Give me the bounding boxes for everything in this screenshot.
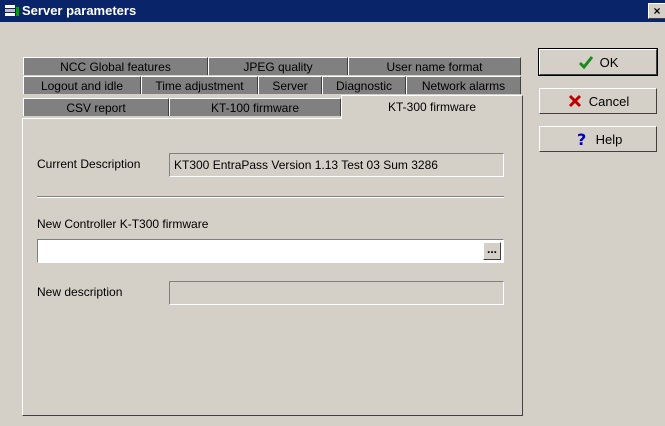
tab-logout-and-idle[interactable]: Logout and idle bbox=[23, 76, 141, 94]
check-icon bbox=[578, 56, 593, 70]
tab-kt300-firmware[interactable]: KT-300 firmware bbox=[341, 95, 523, 119]
title-bar: Server parameters × bbox=[0, 0, 665, 22]
tab-network-alarms[interactable]: Network alarms bbox=[406, 76, 521, 94]
tab-csv-report[interactable]: CSV report bbox=[23, 98, 169, 116]
tab-server[interactable]: Server bbox=[258, 76, 322, 94]
tab-ncc-global-features[interactable]: NCC Global features bbox=[23, 57, 208, 75]
cancel-button[interactable]: Cancel bbox=[539, 88, 657, 114]
help-button[interactable]: ? Help bbox=[539, 126, 657, 152]
window-title: Server parameters bbox=[22, 3, 137, 18]
svg-text:?: ? bbox=[577, 131, 586, 147]
separator bbox=[37, 196, 504, 198]
question-icon: ? bbox=[577, 131, 586, 147]
help-label: Help bbox=[595, 131, 623, 147]
cancel-label: Cancel bbox=[588, 93, 630, 109]
current-description-label: Current Description bbox=[37, 157, 141, 171]
ok-label: OK bbox=[599, 54, 619, 70]
new-description-field[interactable] bbox=[169, 281, 504, 305]
tab-diagnostic[interactable]: Diagnostic bbox=[322, 76, 406, 94]
ok-button[interactable]: OK bbox=[538, 48, 658, 76]
tab-user-name-format[interactable]: User name format bbox=[348, 57, 521, 75]
close-button[interactable]: × bbox=[648, 3, 665, 19]
server-app-icon bbox=[5, 5, 19, 16]
new-firmware-label: New Controller K-T300 firmware bbox=[37, 217, 209, 231]
browse-button[interactable]: ... bbox=[483, 242, 501, 260]
tab-jpeg-quality[interactable]: JPEG quality bbox=[208, 57, 348, 75]
new-firmware-input[interactable] bbox=[37, 239, 504, 263]
x-icon bbox=[568, 94, 581, 108]
tab-kt100-firmware[interactable]: KT-100 firmware bbox=[169, 98, 341, 116]
tab-panel: Current Description KT300 EntraPass Vers… bbox=[22, 118, 523, 416]
current-description-field: KT300 EntraPass Version 1.13 Test 03 Sum… bbox=[169, 153, 504, 177]
tab-time-adjustment[interactable]: Time adjustment bbox=[141, 76, 258, 94]
new-description-label: New description bbox=[37, 285, 123, 299]
